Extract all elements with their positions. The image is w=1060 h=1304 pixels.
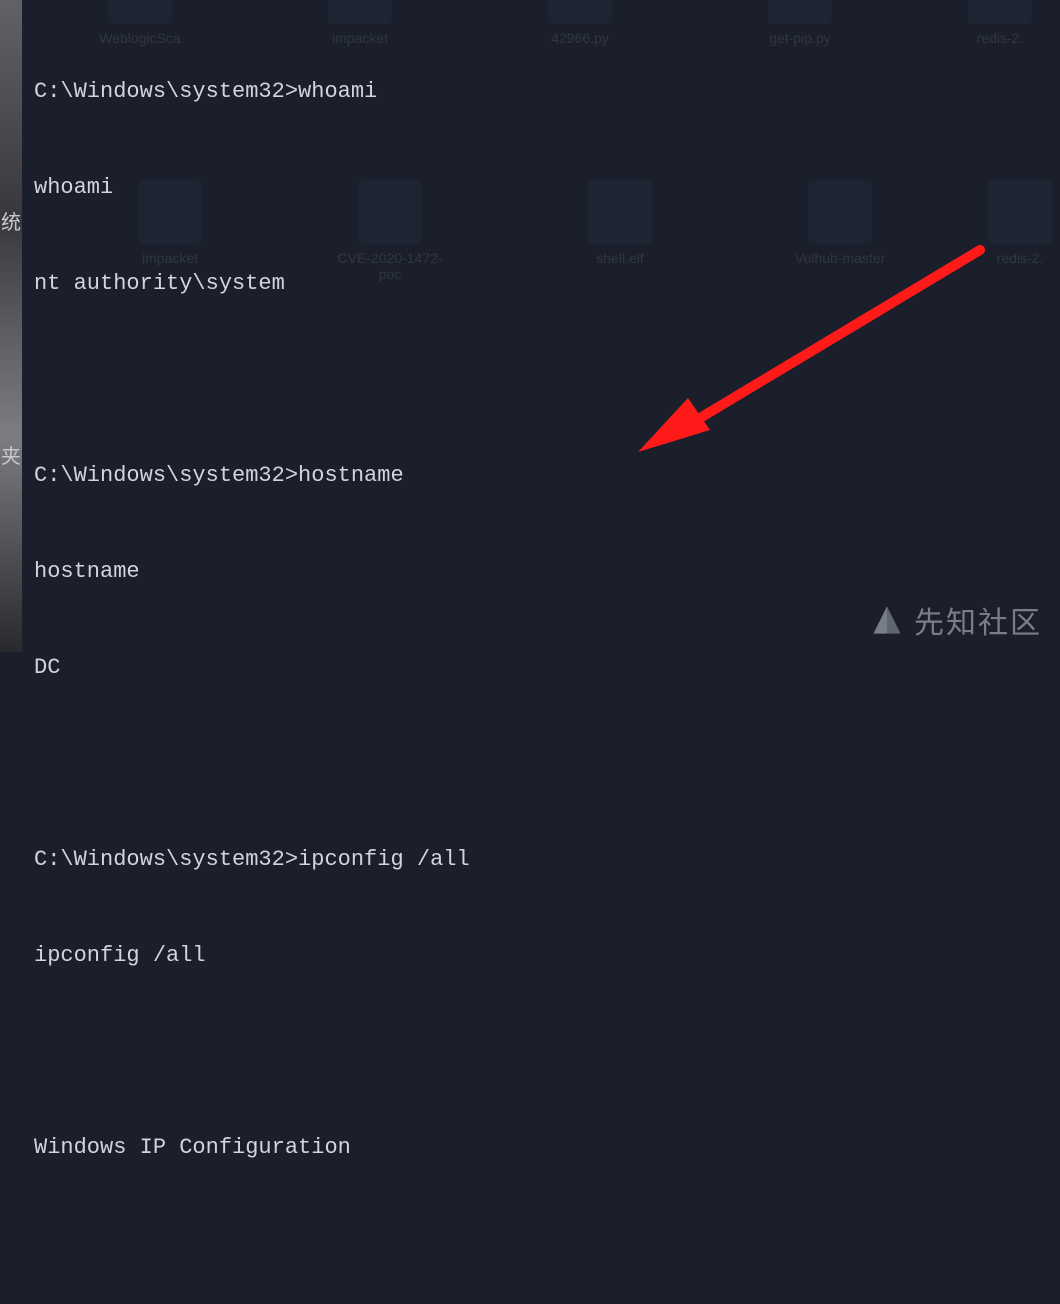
desktop-background: WeblogicScaimpacket42966.pyget-pip.pyred… bbox=[0, 0, 1060, 652]
line-prompt-ipconfig: C:\Windows\system32>ipconfig /all bbox=[34, 844, 1060, 876]
strip-char-1: 统 bbox=[0, 206, 22, 235]
line-echo-ipconfig: ipconfig /all bbox=[34, 940, 1060, 972]
blank-3 bbox=[34, 1036, 1060, 1068]
line-prompt-whoami: C:\Windows\system32>whoami bbox=[34, 76, 1060, 108]
line-prompt-hostname: C:\Windows\system32>hostname bbox=[34, 460, 1060, 492]
line-out-whoami: nt authority\system bbox=[34, 268, 1060, 300]
line-echo-hostname: hostname bbox=[34, 556, 1060, 588]
blank-2 bbox=[34, 748, 1060, 780]
strip-char-2: 夹 bbox=[0, 440, 22, 469]
watermark-logo-icon bbox=[870, 603, 904, 637]
line-out-hostname: DC bbox=[34, 652, 1060, 684]
watermark: 先知社区 bbox=[870, 598, 1042, 642]
watermark-text: 先知社区 bbox=[914, 598, 1042, 642]
terminal-output[interactable]: C:\Windows\system32>whoami whoami nt aut… bbox=[34, 12, 1060, 652]
blank-4 bbox=[34, 1228, 1060, 1260]
left-window-sliver: 统 夹 bbox=[0, 0, 22, 652]
blank-1 bbox=[34, 364, 1060, 396]
line-ipconfig-header: Windows IP Configuration bbox=[34, 1132, 1060, 1164]
line-echo-whoami: whoami bbox=[34, 172, 1060, 204]
